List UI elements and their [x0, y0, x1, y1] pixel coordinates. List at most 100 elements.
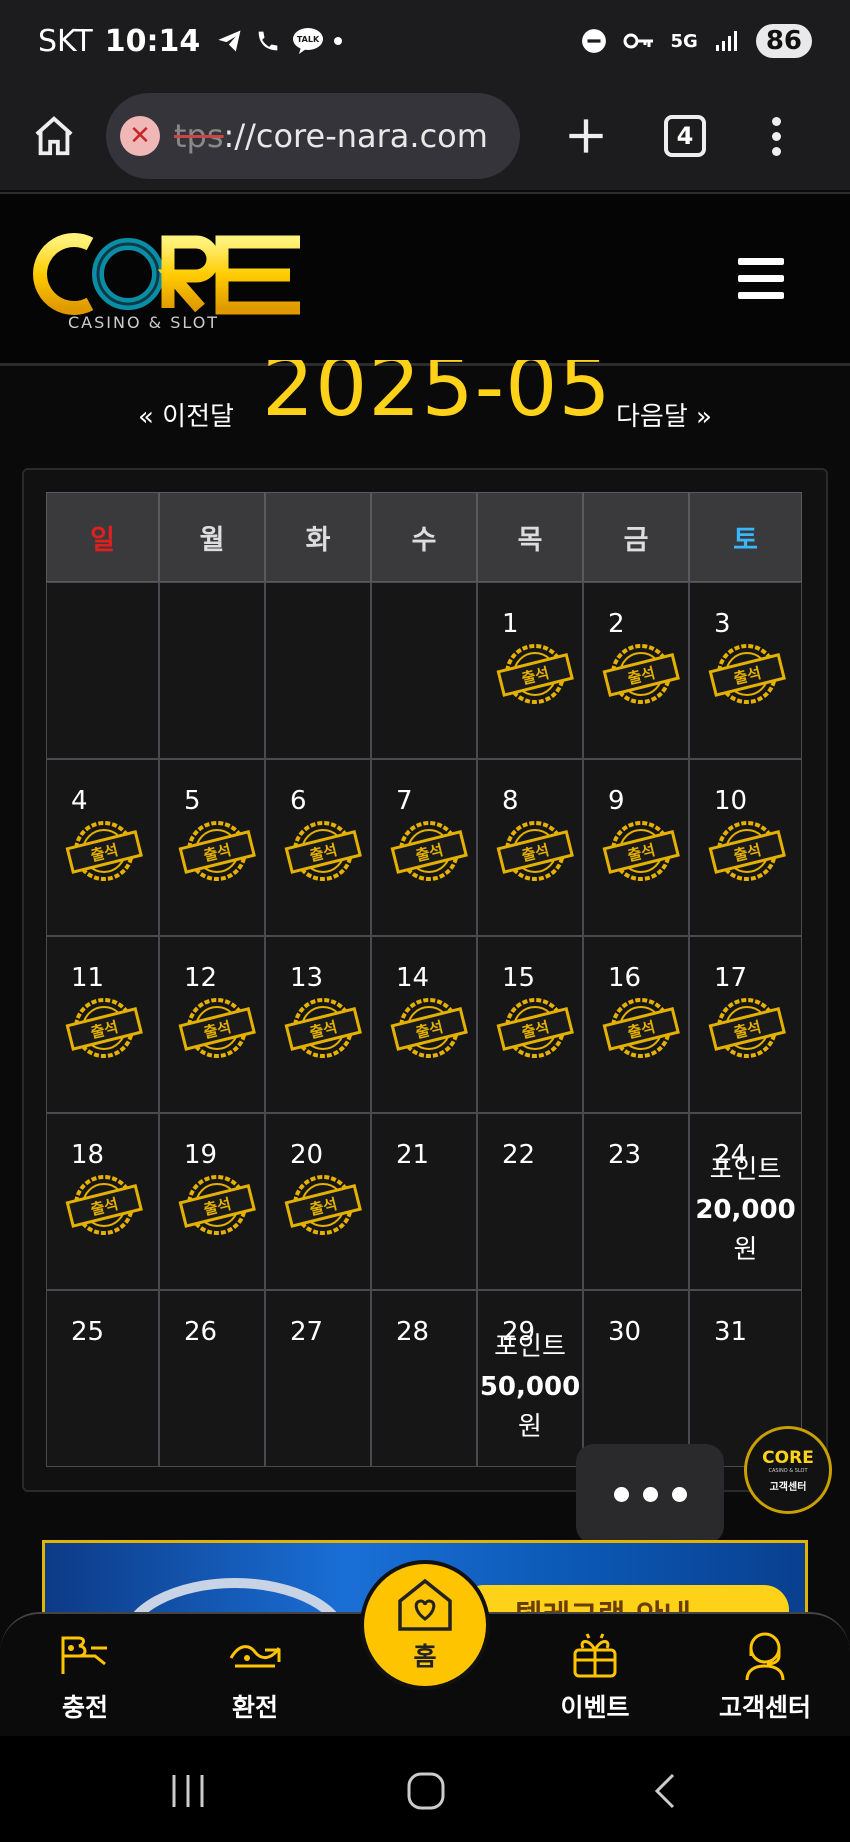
calendar-empty-cell	[159, 582, 265, 759]
day-number: 1	[502, 609, 519, 639]
dot-icon	[671, 1486, 687, 1502]
reward-amount: 20,000	[695, 1195, 796, 1225]
day-number: 18	[71, 1140, 105, 1170]
svg-text:TALK: TALK	[297, 35, 320, 44]
new-tab-button[interactable]	[556, 106, 616, 166]
calendar-day-cell: 29 포인트 50,000 원	[477, 1290, 583, 1467]
calendar-day-cell: 14 출석	[371, 936, 477, 1113]
customer-center-floating-button[interactable]: CORE CASINO & SLOT 고객센터	[744, 1426, 832, 1514]
nav-support[interactable]: 고객센터	[700, 1628, 830, 1724]
reward-amount: 50,000	[479, 1372, 581, 1402]
day-number: 22	[502, 1140, 536, 1170]
address-bar[interactable]: ✕ tps://core-nara.com	[106, 93, 520, 179]
attendance-stamp-icon: 출석	[284, 1175, 362, 1235]
next-month-link[interactable]: 다음달 »	[616, 396, 712, 433]
day-number: 5	[184, 786, 201, 816]
day-number: 23	[608, 1140, 642, 1170]
dot-icon	[642, 1486, 658, 1502]
system-navigation-bar	[0, 1736, 850, 1842]
url-host: ://core-nara.com	[223, 117, 488, 155]
attendance-stamp-icon: 출석	[178, 998, 256, 1058]
calendar-day-cell: 30	[583, 1290, 689, 1467]
calendar-empty-cell	[265, 582, 371, 759]
calendar-day-cell: 25	[46, 1290, 159, 1467]
more-options-button[interactable]	[576, 1444, 724, 1544]
calendar-day-cell: 28	[371, 1290, 477, 1467]
day-number: 30	[608, 1317, 642, 1347]
day-number: 8	[502, 786, 519, 816]
attendance-stamp-icon: 출석	[65, 821, 143, 881]
recent-apps-icon	[172, 1775, 204, 1807]
attendance-stamp-icon: 출석	[496, 821, 574, 881]
day-number: 7	[396, 786, 413, 816]
calendar-day-cell: 23	[583, 1113, 689, 1290]
attendance-stamp-icon: 출석	[602, 644, 680, 704]
reward-unit: 원	[518, 1412, 542, 1442]
previous-month-link[interactable]: « 이전달	[138, 396, 234, 433]
system-home-button[interactable]	[396, 1766, 456, 1816]
calendar-day-cell: 4 출석	[46, 759, 159, 936]
menu-dot-icon	[771, 116, 781, 126]
insecure-site-icon[interactable]: ✕	[120, 116, 160, 156]
calendar-week-row: 11 출석 12 출석 13 출석 14 출석 15 출석 16 출석 17 출석	[46, 936, 802, 1113]
banner-ring-icon	[129, 1578, 341, 1617]
calendar-week-row: 4 출석 5 출석 6 출석 7 출석 8 출석 9 출석 10 출석	[46, 759, 802, 936]
browser-toolbar: ✕ tps://core-nara.com 4	[0, 82, 850, 190]
calendar-week-row: 18 출석 19 출석 20 출석 21 22 23 24 포인트 20,000 원	[46, 1113, 802, 1290]
back-button[interactable]	[634, 1766, 694, 1816]
day-number: 2	[608, 609, 625, 639]
weekday-header: 일	[46, 492, 159, 582]
nav-home-button[interactable]: 홈	[360, 1560, 490, 1690]
core-logo[interactable]: CASINO & SLOT	[32, 224, 302, 334]
calendar-day-cell: 17 출석	[689, 936, 802, 1113]
plus-icon	[569, 119, 603, 153]
menu-dot-icon	[771, 146, 781, 156]
calendar-empty-cell	[46, 582, 159, 759]
back-icon	[654, 1773, 675, 1809]
reward-type: 포인트	[494, 1332, 566, 1362]
day-number: 9	[608, 786, 625, 816]
calendar-week-row: 25 26 27 28 29 포인트 50,000 원 30 31	[46, 1290, 802, 1467]
browser-home-button[interactable]	[14, 96, 94, 176]
nav-events-label: 이벤트	[560, 1693, 630, 1722]
calendar-day-cell: 22	[477, 1113, 583, 1290]
recent-apps-button[interactable]	[158, 1766, 218, 1816]
do-not-disturb-icon	[581, 29, 606, 53]
nav-withdraw[interactable]: 환전	[190, 1628, 320, 1724]
site-menu-button[interactable]	[738, 258, 784, 299]
calendar-day-cell: 2 출석	[583, 582, 689, 759]
headset-icon	[745, 1632, 785, 1681]
system-home-icon	[407, 1772, 445, 1810]
day-number: 12	[184, 963, 218, 993]
weekday-header: 화	[265, 492, 371, 582]
weekday-header: 토	[689, 492, 802, 582]
kakaotalk-icon: TALK	[293, 28, 324, 54]
calendar-day-cell: 6 출석	[265, 759, 371, 936]
nav-events[interactable]: 이벤트	[530, 1628, 660, 1724]
vpn-key-icon	[623, 33, 653, 49]
status-bar: SKT 10:14 TALK 5G 86	[0, 0, 850, 82]
month-title: 2025-05	[262, 360, 612, 435]
calendar-day-cell: 7 출석	[371, 759, 477, 936]
calendar-day-cell: 12 출석	[159, 936, 265, 1113]
cs-badge-label: 고객센터	[769, 1481, 807, 1493]
day-number: 21	[396, 1140, 430, 1170]
tab-switcher-button[interactable]: 4	[664, 115, 706, 157]
attendance-stamp-icon: 출석	[284, 998, 362, 1058]
withdraw-icon	[229, 1645, 281, 1668]
attendance-stamp-icon: 출석	[390, 821, 468, 881]
nav-deposit[interactable]: 충전	[20, 1628, 150, 1724]
reward-label: 포인트 20,000 원	[690, 1150, 801, 1270]
hamburger-line-icon	[738, 275, 784, 282]
carrier-label: SKT	[38, 23, 93, 59]
weekday-header: 목	[477, 492, 583, 582]
calendar-week-row: 1 출석 2 출석 3 출석	[46, 582, 802, 759]
battery-level: 86	[755, 24, 812, 58]
attendance-stamp-icon: 출석	[708, 998, 786, 1058]
day-number: 19	[184, 1140, 218, 1170]
attendance-stamp-icon: 출석	[284, 821, 362, 881]
calendar-day-cell: 9 출석	[583, 759, 689, 936]
calendar-day-cell: 18 출석	[46, 1113, 159, 1290]
browser-menu-button[interactable]	[766, 116, 786, 156]
calendar-day-cell: 20 출석	[265, 1113, 371, 1290]
